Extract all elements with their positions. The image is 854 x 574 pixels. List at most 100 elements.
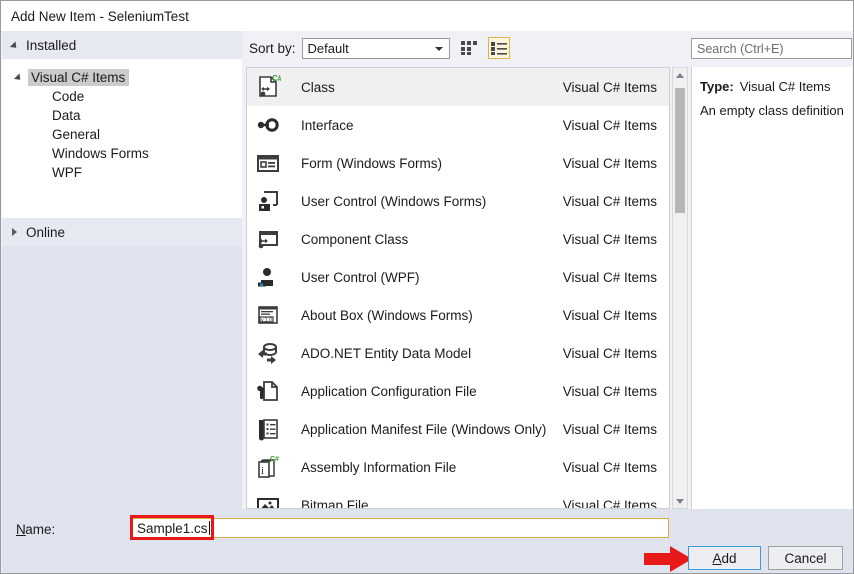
template-category: Visual C# Items (562, 117, 657, 133)
tree-child-wpf[interactable]: WPF (2, 163, 242, 182)
template-category: Visual C# Items (562, 231, 657, 247)
scrollbar-thumb[interactable] (675, 88, 685, 213)
tree-group-online[interactable]: Online (2, 218, 242, 246)
app-config-icon (250, 375, 286, 407)
add-button-text: dd (721, 550, 737, 566)
chevron-expanded-icon (9, 40, 20, 51)
tree-node-label: Visual C# Items (28, 69, 130, 86)
template-name: Component Class (301, 231, 409, 247)
scroll-down-button[interactable] (673, 494, 687, 508)
svg-text:C#: C# (272, 74, 281, 83)
tree-child-label: Data (52, 108, 81, 123)
template-name: Application Manifest File (Windows Only) (301, 421, 547, 437)
add-button[interactable]: Add (688, 546, 761, 570)
table-row[interactable]: User Control (WPF) Visual C# Items (247, 258, 669, 296)
annotation-arrow-icon (644, 546, 692, 572)
template-name: Application Configuration File (301, 383, 477, 399)
template-category: Visual C# Items (562, 79, 657, 95)
template-name: Interface (301, 117, 354, 133)
ado-net-entity-icon (250, 337, 286, 369)
template-list[interactable]: C# Class Visual C# Items Interface Visua… (246, 67, 670, 509)
template-info-panel: Type: Visual C# Items An empty class def… (691, 67, 852, 509)
tree-child-data[interactable]: Data (2, 106, 242, 125)
table-row[interactable]: ADO.NET Entity Data Model Visual C# Item… (247, 334, 669, 372)
template-name: User Control (WPF) (301, 269, 420, 285)
template-category: Visual C# Items (562, 307, 657, 323)
template-name: Class (301, 79, 335, 95)
svg-text:C#: C# (270, 456, 279, 463)
template-category: Visual C# Items (562, 383, 657, 399)
chevron-expanded-icon (13, 73, 24, 83)
name-input[interactable]: Sample1.cs (131, 518, 669, 538)
class-file-icon: C# (250, 71, 286, 103)
tree-child-label: WPF (52, 165, 82, 180)
template-category: Visual C# Items (562, 459, 657, 475)
assembly-info-icon: i C# (250, 451, 286, 483)
tree-group-online-label: Online (26, 224, 66, 240)
tree-child-label: Windows Forms (52, 146, 149, 161)
table-row[interactable]: v.1.0 About Box (Windows Forms) Visual C… (247, 296, 669, 334)
category-tree-panel: Installed Visual C# Items Code Data Gene… (2, 31, 242, 509)
cancel-button[interactable]: Cancel (768, 546, 843, 570)
name-input-value: Sample1.cs (137, 520, 208, 536)
grid-view-button[interactable] (458, 37, 480, 59)
user-control-icon (250, 185, 286, 217)
sort-by-value: Default (307, 40, 349, 56)
sort-by-select[interactable]: Default (301, 37, 450, 59)
table-row[interactable]: Application Configuration File Visual C#… (247, 372, 669, 410)
scroll-up-button[interactable] (673, 68, 687, 82)
template-name: ADO.NET Entity Data Model (301, 345, 472, 361)
name-label: Name: (16, 522, 56, 537)
list-view-icon (490, 41, 507, 55)
grid-view-icon (460, 41, 477, 55)
svg-text:v.1.0: v.1.0 (261, 317, 272, 323)
table-row[interactable]: Bitmap File Visual C# Items (247, 486, 669, 509)
table-row[interactable]: i C# Assembly Information File Visual C#… (247, 448, 669, 486)
table-row[interactable]: C# Class Visual C# Items (247, 68, 669, 106)
component-class-icon (250, 223, 286, 255)
template-category: Visual C# Items (562, 269, 657, 285)
add-button-label: Add (712, 550, 737, 566)
tree-node-visual-csharp-items[interactable]: Visual C# Items (2, 68, 242, 87)
dialog-title: Add New Item - SeleniumTest (11, 8, 189, 24)
table-row[interactable]: User Control (Windows Forms) Visual C# I… (247, 182, 669, 220)
info-description: An empty class definition (700, 103, 844, 118)
table-row[interactable]: Application Manifest File (Windows Only)… (247, 410, 669, 448)
template-category: Visual C# Items (562, 155, 657, 171)
tree-child-windows-forms[interactable]: Windows Forms (2, 144, 242, 163)
app-manifest-icon (250, 413, 286, 445)
info-type-value: Visual C# Items (739, 79, 831, 94)
text-caret (208, 521, 210, 535)
bitmap-file-icon (250, 489, 286, 508)
chevron-down-icon (434, 46, 443, 51)
template-name: Form (Windows Forms) (301, 155, 442, 171)
template-name: Bitmap File (301, 497, 369, 509)
list-scrollbar[interactable] (672, 67, 688, 509)
add-new-item-dialog: Add New Item - SeleniumTest Installed Vi… (0, 0, 854, 574)
template-category: Visual C# Items (562, 497, 657, 509)
search-placeholder: Search (Ctrl+E) (697, 41, 784, 56)
template-name: Assembly Information File (301, 459, 457, 475)
template-category: Visual C# Items (562, 193, 657, 209)
template-name: About Box (Windows Forms) (301, 307, 473, 323)
template-name: User Control (Windows Forms) (301, 193, 487, 209)
cancel-button-label: Cancel (784, 550, 827, 566)
chevron-up-icon (676, 72, 684, 78)
table-row[interactable]: Interface Visual C# Items (247, 106, 669, 144)
interface-icon (250, 109, 286, 141)
table-row[interactable]: Form (Windows Forms) Visual C# Items (247, 144, 669, 182)
tree-group-installed-label: Installed (26, 37, 77, 53)
search-input[interactable]: Search (Ctrl+E) (691, 38, 852, 59)
title-bar: Add New Item - SeleniumTest (1, 1, 853, 31)
table-row[interactable]: Component Class Visual C# Items (247, 220, 669, 258)
chevron-collapsed-icon (12, 228, 17, 236)
template-category: Visual C# Items (562, 421, 657, 437)
list-view-button[interactable] (487, 37, 510, 59)
sort-by-label: Sort by: (249, 40, 296, 56)
svg-text:i: i (261, 465, 264, 477)
sort-toolbar: Sort by: Default (249, 37, 510, 59)
tree-child-code[interactable]: Code (2, 87, 242, 106)
tree-child-general[interactable]: General (2, 125, 242, 144)
tree-group-installed[interactable]: Installed (2, 31, 242, 59)
chevron-down-icon (676, 498, 684, 504)
